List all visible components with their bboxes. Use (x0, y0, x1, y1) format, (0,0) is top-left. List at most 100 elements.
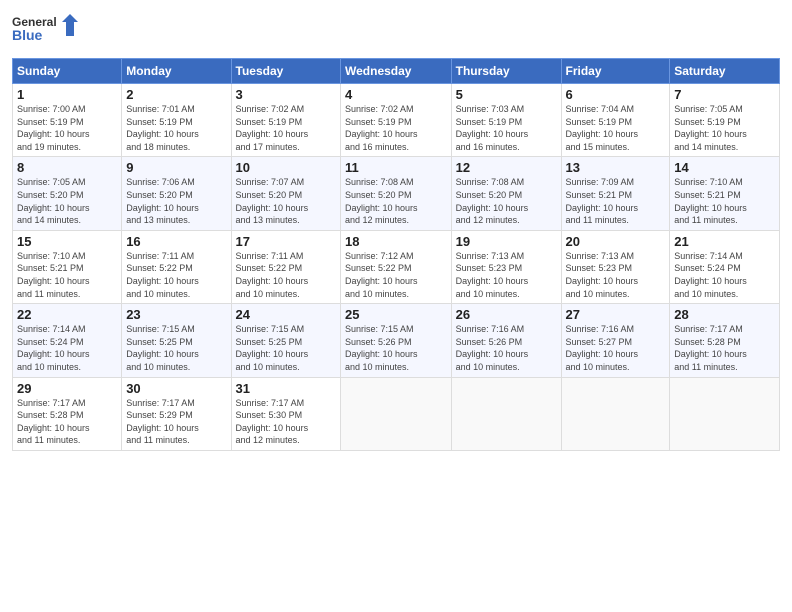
day-info: Sunrise: 7:10 AM Sunset: 5:21 PM Dayligh… (17, 250, 117, 300)
calendar-table: SundayMondayTuesdayWednesdayThursdayFrid… (12, 58, 780, 451)
day-info: Sunrise: 7:09 AM Sunset: 5:21 PM Dayligh… (566, 176, 666, 226)
calendar-cell: 29Sunrise: 7:17 AM Sunset: 5:28 PM Dayli… (13, 377, 122, 450)
calendar-cell: 21Sunrise: 7:14 AM Sunset: 5:24 PM Dayli… (670, 230, 780, 303)
day-number: 28 (674, 307, 775, 322)
day-number: 30 (126, 381, 226, 396)
calendar-cell: 7Sunrise: 7:05 AM Sunset: 5:19 PM Daylig… (670, 84, 780, 157)
logo-svg: General Blue (12, 10, 82, 50)
calendar-cell: 4Sunrise: 7:02 AM Sunset: 5:19 PM Daylig… (341, 84, 452, 157)
day-number: 5 (456, 87, 557, 102)
day-number: 31 (236, 381, 336, 396)
calendar-cell: 5Sunrise: 7:03 AM Sunset: 5:19 PM Daylig… (451, 84, 561, 157)
day-number: 13 (566, 160, 666, 175)
calendar-cell: 6Sunrise: 7:04 AM Sunset: 5:19 PM Daylig… (561, 84, 670, 157)
day-number: 9 (126, 160, 226, 175)
weekday-header: Monday (122, 59, 231, 84)
calendar-cell (561, 377, 670, 450)
day-info: Sunrise: 7:13 AM Sunset: 5:23 PM Dayligh… (456, 250, 557, 300)
day-number: 22 (17, 307, 117, 322)
day-info: Sunrise: 7:17 AM Sunset: 5:28 PM Dayligh… (17, 397, 117, 447)
day-info: Sunrise: 7:12 AM Sunset: 5:22 PM Dayligh… (345, 250, 447, 300)
header: General Blue (12, 10, 780, 50)
day-info: Sunrise: 7:02 AM Sunset: 5:19 PM Dayligh… (236, 103, 336, 153)
logo: General Blue (12, 10, 82, 50)
weekday-header: Thursday (451, 59, 561, 84)
day-info: Sunrise: 7:11 AM Sunset: 5:22 PM Dayligh… (236, 250, 336, 300)
day-number: 23 (126, 307, 226, 322)
day-info: Sunrise: 7:16 AM Sunset: 5:26 PM Dayligh… (456, 323, 557, 373)
calendar-cell (341, 377, 452, 450)
day-info: Sunrise: 7:14 AM Sunset: 5:24 PM Dayligh… (674, 250, 775, 300)
day-info: Sunrise: 7:15 AM Sunset: 5:25 PM Dayligh… (126, 323, 226, 373)
day-info: Sunrise: 7:07 AM Sunset: 5:20 PM Dayligh… (236, 176, 336, 226)
weekday-header: Saturday (670, 59, 780, 84)
calendar-week-row: 15Sunrise: 7:10 AM Sunset: 5:21 PM Dayli… (13, 230, 780, 303)
day-info: Sunrise: 7:15 AM Sunset: 5:26 PM Dayligh… (345, 323, 447, 373)
day-number: 17 (236, 234, 336, 249)
calendar-cell: 26Sunrise: 7:16 AM Sunset: 5:26 PM Dayli… (451, 304, 561, 377)
calendar-cell: 23Sunrise: 7:15 AM Sunset: 5:25 PM Dayli… (122, 304, 231, 377)
day-info: Sunrise: 7:17 AM Sunset: 5:28 PM Dayligh… (674, 323, 775, 373)
calendar-cell: 27Sunrise: 7:16 AM Sunset: 5:27 PM Dayli… (561, 304, 670, 377)
calendar-cell (670, 377, 780, 450)
day-number: 12 (456, 160, 557, 175)
calendar-cell: 28Sunrise: 7:17 AM Sunset: 5:28 PM Dayli… (670, 304, 780, 377)
day-number: 15 (17, 234, 117, 249)
calendar-cell: 9Sunrise: 7:06 AM Sunset: 5:20 PM Daylig… (122, 157, 231, 230)
day-number: 27 (566, 307, 666, 322)
day-info: Sunrise: 7:17 AM Sunset: 5:29 PM Dayligh… (126, 397, 226, 447)
day-number: 3 (236, 87, 336, 102)
calendar-cell: 8Sunrise: 7:05 AM Sunset: 5:20 PM Daylig… (13, 157, 122, 230)
calendar-cell: 2Sunrise: 7:01 AM Sunset: 5:19 PM Daylig… (122, 84, 231, 157)
calendar-cell: 10Sunrise: 7:07 AM Sunset: 5:20 PM Dayli… (231, 157, 340, 230)
day-number: 14 (674, 160, 775, 175)
day-number: 4 (345, 87, 447, 102)
day-number: 10 (236, 160, 336, 175)
day-number: 11 (345, 160, 447, 175)
day-info: Sunrise: 7:00 AM Sunset: 5:19 PM Dayligh… (17, 103, 117, 153)
day-info: Sunrise: 7:02 AM Sunset: 5:19 PM Dayligh… (345, 103, 447, 153)
day-number: 21 (674, 234, 775, 249)
day-number: 20 (566, 234, 666, 249)
day-info: Sunrise: 7:17 AM Sunset: 5:30 PM Dayligh… (236, 397, 336, 447)
calendar-cell: 1Sunrise: 7:00 AM Sunset: 5:19 PM Daylig… (13, 84, 122, 157)
day-number: 1 (17, 87, 117, 102)
day-info: Sunrise: 7:05 AM Sunset: 5:20 PM Dayligh… (17, 176, 117, 226)
day-number: 24 (236, 307, 336, 322)
day-info: Sunrise: 7:03 AM Sunset: 5:19 PM Dayligh… (456, 103, 557, 153)
day-number: 16 (126, 234, 226, 249)
calendar-cell: 20Sunrise: 7:13 AM Sunset: 5:23 PM Dayli… (561, 230, 670, 303)
calendar-cell: 12Sunrise: 7:08 AM Sunset: 5:20 PM Dayli… (451, 157, 561, 230)
day-info: Sunrise: 7:08 AM Sunset: 5:20 PM Dayligh… (345, 176, 447, 226)
page-container: General Blue SundayMondayTuesdayWednesda… (0, 0, 792, 612)
day-number: 2 (126, 87, 226, 102)
calendar-cell: 24Sunrise: 7:15 AM Sunset: 5:25 PM Dayli… (231, 304, 340, 377)
day-number: 8 (17, 160, 117, 175)
calendar-cell: 14Sunrise: 7:10 AM Sunset: 5:21 PM Dayli… (670, 157, 780, 230)
calendar-cell: 25Sunrise: 7:15 AM Sunset: 5:26 PM Dayli… (341, 304, 452, 377)
day-info: Sunrise: 7:10 AM Sunset: 5:21 PM Dayligh… (674, 176, 775, 226)
calendar-week-row: 1Sunrise: 7:00 AM Sunset: 5:19 PM Daylig… (13, 84, 780, 157)
calendar-cell (451, 377, 561, 450)
calendar-week-row: 8Sunrise: 7:05 AM Sunset: 5:20 PM Daylig… (13, 157, 780, 230)
calendar-week-row: 29Sunrise: 7:17 AM Sunset: 5:28 PM Dayli… (13, 377, 780, 450)
day-number: 18 (345, 234, 447, 249)
weekday-header: Friday (561, 59, 670, 84)
day-info: Sunrise: 7:13 AM Sunset: 5:23 PM Dayligh… (566, 250, 666, 300)
calendar-cell: 16Sunrise: 7:11 AM Sunset: 5:22 PM Dayli… (122, 230, 231, 303)
calendar-cell: 19Sunrise: 7:13 AM Sunset: 5:23 PM Dayli… (451, 230, 561, 303)
calendar-cell: 11Sunrise: 7:08 AM Sunset: 5:20 PM Dayli… (341, 157, 452, 230)
day-info: Sunrise: 7:16 AM Sunset: 5:27 PM Dayligh… (566, 323, 666, 373)
day-number: 26 (456, 307, 557, 322)
day-number: 19 (456, 234, 557, 249)
calendar-cell: 13Sunrise: 7:09 AM Sunset: 5:21 PM Dayli… (561, 157, 670, 230)
calendar-header-row: SundayMondayTuesdayWednesdayThursdayFrid… (13, 59, 780, 84)
calendar-cell: 3Sunrise: 7:02 AM Sunset: 5:19 PM Daylig… (231, 84, 340, 157)
calendar-cell: 22Sunrise: 7:14 AM Sunset: 5:24 PM Dayli… (13, 304, 122, 377)
day-number: 25 (345, 307, 447, 322)
day-info: Sunrise: 7:06 AM Sunset: 5:20 PM Dayligh… (126, 176, 226, 226)
weekday-header: Tuesday (231, 59, 340, 84)
day-info: Sunrise: 7:05 AM Sunset: 5:19 PM Dayligh… (674, 103, 775, 153)
weekday-header: Sunday (13, 59, 122, 84)
day-info: Sunrise: 7:14 AM Sunset: 5:24 PM Dayligh… (17, 323, 117, 373)
